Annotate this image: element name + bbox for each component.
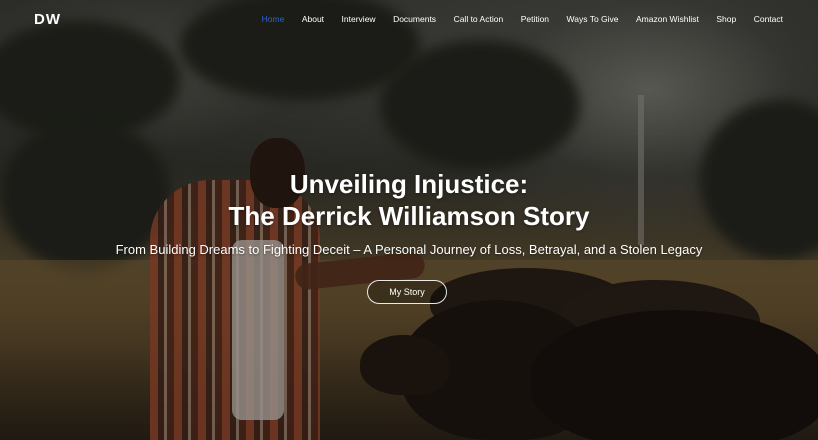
site-logo[interactable]: DW (34, 11, 61, 28)
hero-title-line2: The Derrick Williamson Story (228, 201, 590, 231)
hero-subtitle: From Building Dreams to Fighting Deceit … (115, 242, 703, 257)
main-nav: Home About Interview Documents Call to A… (244, 14, 783, 24)
nav-item-petition[interactable]: Petition (521, 14, 549, 24)
hero-title-line1: Unveiling Injustice: (289, 169, 529, 199)
nav-item-documents[interactable]: Documents (393, 14, 436, 24)
nav-item-about[interactable]: About (302, 14, 324, 24)
nav-item-contact[interactable]: Contact (754, 14, 783, 24)
nav-item-interview[interactable]: Interview (342, 14, 376, 24)
hero-title: Unveiling Injustice: The Derrick William… (0, 168, 818, 232)
my-story-button[interactable]: My Story (367, 280, 447, 304)
nav-item-ways-to-give[interactable]: Ways To Give (567, 14, 619, 24)
hero-section: Unveiling Injustice: The Derrick William… (0, 168, 818, 257)
nav-item-shop[interactable]: Shop (716, 14, 736, 24)
site-header: DW Home About Interview Documents Call t… (0, 0, 818, 40)
nav-item-amazon-wishlist[interactable]: Amazon Wishlist (636, 14, 699, 24)
nav-item-call-to-action[interactable]: Call to Action (454, 14, 504, 24)
nav-item-home[interactable]: Home (262, 14, 285, 24)
